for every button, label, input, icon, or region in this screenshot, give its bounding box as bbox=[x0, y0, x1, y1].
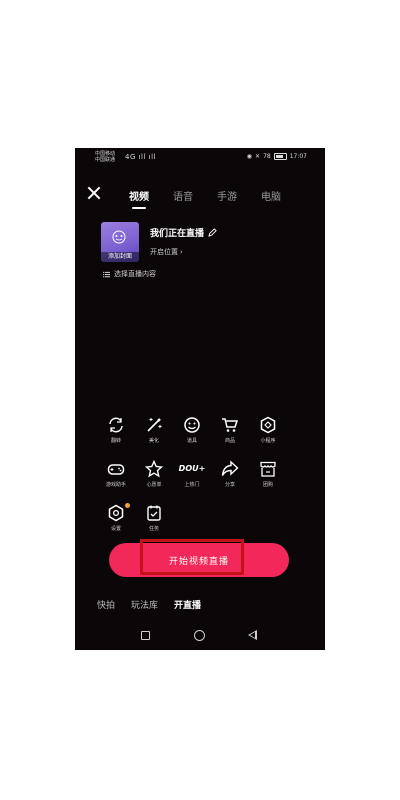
tab-computer[interactable]: 电脑 bbox=[261, 188, 281, 203]
smile-icon bbox=[184, 417, 200, 433]
gamepad-icon bbox=[107, 464, 125, 475]
status-right: ◉ ✕ 78 17:07 bbox=[247, 153, 307, 160]
avatar-face-icon bbox=[112, 230, 126, 244]
tab-video[interactable]: 视频 bbox=[129, 188, 149, 209]
cart-icon bbox=[222, 418, 239, 432]
battery-icon bbox=[273, 153, 287, 160]
tool-beautify[interactable]: 美化 bbox=[134, 416, 174, 444]
tool-label: 上热门 bbox=[184, 482, 200, 488]
back-icon[interactable] bbox=[248, 630, 257, 640]
tool-label: 设置 bbox=[110, 526, 121, 532]
cover-image[interactable]: 添加封面 bbox=[101, 222, 139, 262]
tool-flip[interactable]: 翻转 bbox=[96, 416, 136, 444]
tool-group-buy[interactable]: 团购 bbox=[248, 460, 288, 488]
camera-status-icon: ◉ bbox=[246, 153, 253, 160]
tool-settings[interactable]: 设置 bbox=[96, 503, 136, 532]
tool-goods[interactable]: 商品 bbox=[210, 416, 250, 444]
task-icon bbox=[147, 505, 161, 521]
topic-label: 选择直播内容 bbox=[114, 270, 156, 278]
bottom-tabs: 快拍 玩法库 开直播 bbox=[97, 598, 201, 611]
tool-label: 翻转 bbox=[110, 438, 121, 444]
tool-label: 小程序 bbox=[260, 438, 276, 444]
home-icon[interactable] bbox=[194, 630, 205, 641]
tab-mobile-game[interactable]: 手游 bbox=[217, 188, 237, 203]
carrier-2: 中国联通 bbox=[95, 157, 116, 163]
star-icon bbox=[145, 460, 163, 478]
tab-gameplay-library[interactable]: 玩法库 bbox=[131, 598, 158, 611]
battery-percent: 78 bbox=[263, 153, 271, 160]
tool-dou-plus[interactable]: DOU+ 上热门 bbox=[172, 460, 212, 488]
close-icon[interactable] bbox=[87, 186, 101, 200]
signal-icon: 4G ıll ıll bbox=[125, 153, 156, 161]
settings-icon bbox=[108, 504, 124, 522]
tool-game-assistant[interactable]: 游戏助手 bbox=[96, 460, 136, 488]
live-title: 我们正在直播 bbox=[150, 229, 205, 239]
clock: 17:07 bbox=[289, 153, 307, 160]
flip-camera-icon bbox=[109, 417, 123, 433]
edit-pencil-icon[interactable] bbox=[208, 228, 217, 237]
tool-label: 分享 bbox=[224, 482, 235, 488]
share-icon bbox=[221, 460, 239, 476]
tool-wishlist[interactable]: 心愿单 bbox=[134, 460, 174, 488]
tool-label: 心愿单 bbox=[146, 482, 162, 488]
tool-props[interactable]: 道具 bbox=[172, 416, 212, 444]
tool-share[interactable]: 分享 bbox=[210, 460, 250, 488]
magic-wand-icon bbox=[147, 418, 162, 432]
shop-icon bbox=[260, 461, 276, 477]
tab-go-live[interactable]: 开直播 bbox=[174, 598, 201, 611]
tool-label: 美化 bbox=[148, 438, 159, 444]
cover-caption: 添加封面 bbox=[101, 252, 139, 262]
location-label: 开启位置 bbox=[150, 248, 178, 256]
start-live-label: 开始视频直播 bbox=[168, 556, 229, 566]
location-row[interactable]: 开启位置 › bbox=[150, 247, 183, 257]
live-title-row[interactable]: 我们正在直播 bbox=[150, 226, 217, 239]
tool-label: 商品 bbox=[224, 438, 235, 444]
status-bar: 中国移动 中国联通 4G ıll ıll ◉ ✕ 78 17:07 bbox=[75, 148, 325, 168]
topic-row[interactable]: 选择直播内容 bbox=[103, 269, 156, 279]
tool-label: 团购 bbox=[262, 482, 273, 488]
system-nav-bar bbox=[75, 626, 325, 650]
tool-task[interactable]: 任务 bbox=[134, 504, 174, 532]
chevron-right-icon: › bbox=[180, 248, 183, 256]
dou-plus-icon: DOU+ bbox=[178, 464, 206, 473]
carrier-info: 中国移动 中国联通 bbox=[95, 151, 115, 163]
tool-label: 道具 bbox=[186, 438, 197, 444]
start-live-button[interactable]: 开始视频直播 bbox=[109, 539, 289, 577]
tab-quick-shot[interactable]: 快拍 bbox=[97, 598, 115, 611]
tool-label: 任务 bbox=[148, 526, 159, 532]
mini-program-icon bbox=[260, 416, 276, 434]
mute-icon: ✕ bbox=[255, 153, 261, 160]
phone-screen: 中国移动 中国联通 4G ıll ıll ◉ ✕ 78 17:07 视频 语音 … bbox=[75, 148, 325, 650]
notification-dot bbox=[125, 503, 130, 508]
list-icon bbox=[103, 271, 110, 277]
tool-mini-program[interactable]: 小程序 bbox=[248, 416, 288, 444]
mode-tabs: 视频 语音 手游 电脑 bbox=[129, 188, 281, 209]
tool-label: 游戏助手 bbox=[105, 482, 126, 488]
tab-voice[interactable]: 语音 bbox=[173, 188, 193, 203]
recent-apps-icon[interactable] bbox=[141, 631, 150, 640]
